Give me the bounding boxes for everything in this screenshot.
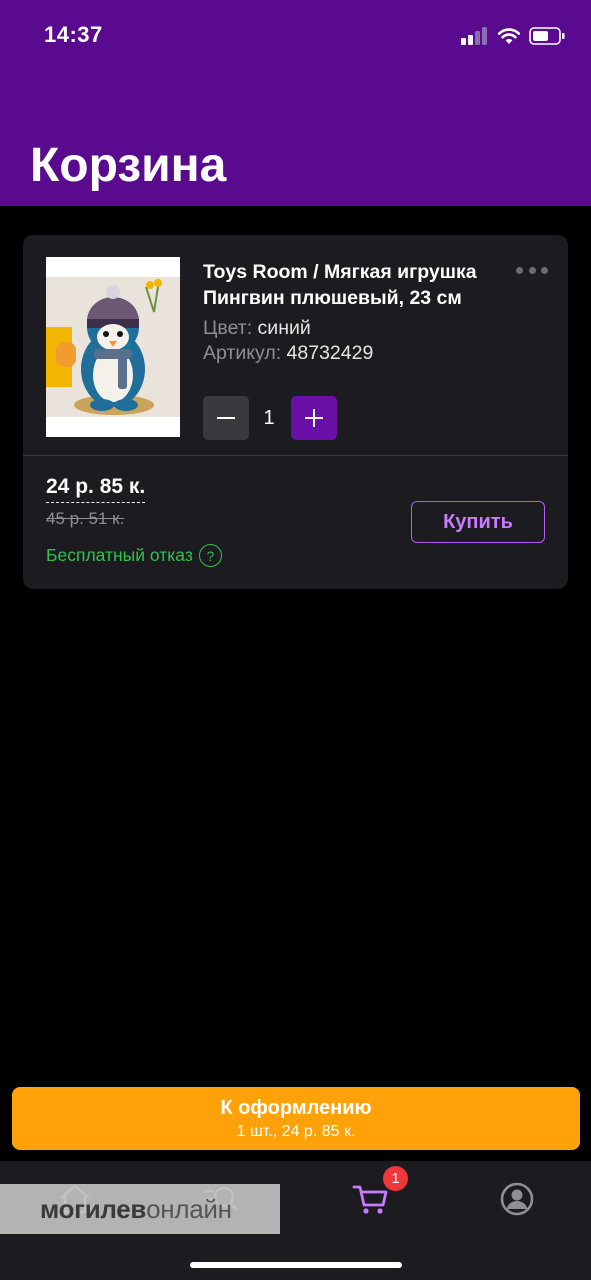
product-sku: Артикул: 48732429	[203, 342, 373, 365]
cart-item-card: Toys Room / Мягкая игрушка Пингвин плюше…	[23, 235, 568, 589]
plus-icon	[291, 396, 337, 440]
watermark-logo: могилев онлайн	[0, 1184, 280, 1234]
card-divider	[23, 455, 568, 456]
wifi-icon	[497, 28, 521, 44]
product-image[interactable]	[46, 257, 180, 437]
status-icons	[461, 24, 565, 48]
color-label: Цвет:	[203, 317, 253, 339]
free-refusal-info[interactable]: Бесплатный отказ ?	[46, 544, 222, 567]
cellular-signal-icon	[461, 27, 487, 45]
quantity-value: 1	[263, 407, 275, 429]
checkout-button[interactable]: К оформлению 1 шт., 24 р. 85 к.	[12, 1087, 580, 1150]
color-value: синий	[257, 317, 311, 339]
watermark-light: онлайн	[146, 1193, 232, 1224]
dot-icon	[516, 266, 523, 274]
sku-label: Артикул:	[203, 342, 282, 364]
free-refusal-label: Бесплатный отказ	[46, 545, 193, 565]
quantity-decrease-button[interactable]	[203, 396, 249, 440]
minus-icon	[217, 417, 235, 419]
buy-button[interactable]: Купить	[411, 501, 545, 543]
product-color: Цвет: синий	[203, 317, 311, 340]
status-time: 14:37	[44, 22, 103, 47]
current-price[interactable]: 24 р. 85 к.	[46, 475, 146, 503]
product-title[interactable]: Toys Room / Мягкая игрушка Пингвин плюше…	[203, 259, 523, 311]
penguin-plush-image	[46, 257, 180, 437]
battery-icon	[529, 27, 565, 45]
cart-count-badge: 1	[383, 1166, 408, 1191]
tab-profile[interactable]	[497, 1179, 537, 1219]
page-title: Корзина	[30, 139, 227, 192]
checkout-label: К оформлению	[220, 1097, 372, 1119]
status-bar: 14:37	[0, 0, 591, 70]
watermark-bold: могилев	[40, 1193, 147, 1224]
home-indicator	[190, 1262, 402, 1268]
quantity-increase-button[interactable]	[291, 396, 337, 440]
header: 14:37 Корзина	[0, 0, 591, 206]
checkout-summary: 1 шт., 24 р. 85 к.	[236, 1123, 356, 1140]
dot-icon	[528, 266, 536, 274]
help-icon[interactable]: ?	[198, 544, 222, 567]
more-options-button[interactable]	[516, 263, 548, 277]
sku-value: 48732429	[286, 342, 374, 364]
dot-icon	[541, 266, 548, 274]
old-price: 45 р. 51 к.	[46, 509, 125, 528]
profile-icon	[500, 1182, 534, 1216]
